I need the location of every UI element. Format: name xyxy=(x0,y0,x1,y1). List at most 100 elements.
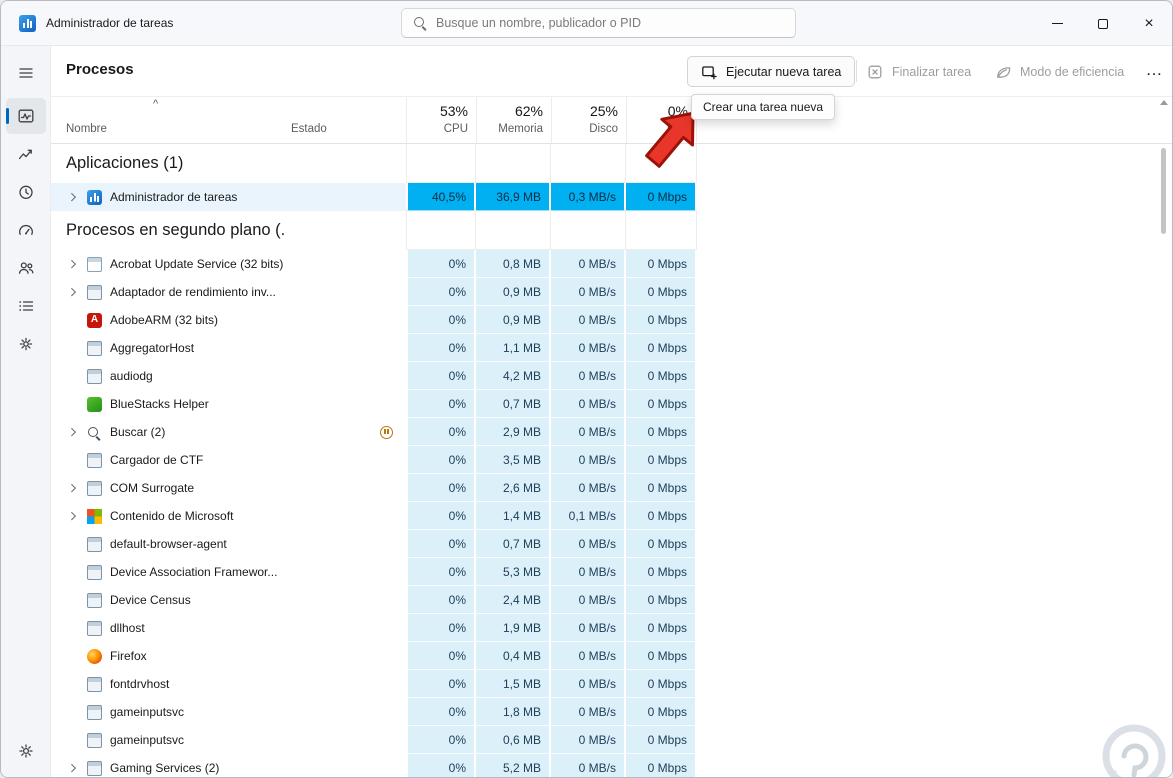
process-row[interactable]: audiodg 0% 4,2 MB 0 MB/s 0 Mbps xyxy=(51,362,1172,390)
memory-cell: 0,8 MB xyxy=(476,250,551,278)
cpu-cell: 0% xyxy=(406,558,476,586)
process-name: Gaming Services (2) xyxy=(110,761,220,775)
cpu-cell: 0% xyxy=(406,306,476,334)
process-row[interactable]: Acrobat Update Service (32 bits) 0% 0,8 MB… xyxy=(51,250,1172,278)
window-icon xyxy=(87,256,102,272)
sidebar-item-processes[interactable] xyxy=(5,98,46,134)
search-icon xyxy=(413,16,427,30)
search-icon xyxy=(87,425,102,440)
cpu-cell: 0% xyxy=(406,334,476,362)
memory-cell: 1,5 MB xyxy=(476,670,551,698)
status-cell xyxy=(286,642,406,670)
status-cell xyxy=(286,306,406,334)
expand-chevron-icon[interactable] xyxy=(67,260,87,268)
column-header-status[interactable]: Estado xyxy=(286,97,406,143)
row-filler xyxy=(697,558,1172,586)
content-area: Procesos Ejecutar nueva tarea Finalizar … xyxy=(51,46,1172,777)
end-task-icon xyxy=(868,65,882,78)
end-task-button[interactable]: Finalizar tarea xyxy=(867,56,971,87)
disk-cell: 0 MB/s xyxy=(551,306,626,334)
process-name: Adaptador de rendimiento inv... xyxy=(110,285,276,299)
disk-cell: 0 MB/s xyxy=(551,278,626,306)
cpu-cell xyxy=(406,144,476,183)
process-row[interactable]: Buscar (2) 0% 2,9 MB 0 MB/s 0 Mbps xyxy=(51,418,1172,446)
process-row[interactable]: Gaming Services (2) 0% 5,2 MB 0 MB/s 0 Mbps xyxy=(51,754,1172,777)
group-row[interactable]: Procesos en segundo plano (... xyxy=(51,211,1172,250)
process-row[interactable]: dllhost 0% 1,9 MB 0 MB/s 0 Mbps xyxy=(51,614,1172,642)
group-row[interactable]: Aplicaciones (1) xyxy=(51,144,1172,183)
status-cell xyxy=(286,726,406,754)
sidebar-item-users[interactable] xyxy=(6,250,46,286)
cpu-cell: 0% xyxy=(406,390,476,418)
expand-chevron-icon[interactable] xyxy=(67,428,87,436)
process-table: Aplicaciones (1) Administrador de tareas 4… xyxy=(51,144,1172,777)
search-input[interactable] xyxy=(436,16,784,30)
process-row[interactable]: default-browser-agent 0% 0,7 MB 0 MB/s 0 Mbp… xyxy=(51,530,1172,558)
run-new-task-button[interactable]: Ejecutar nueva tarea xyxy=(687,56,856,87)
maximize-button[interactable] xyxy=(1080,1,1126,46)
process-row[interactable]: Contenido de Microsoft 0% 1,4 MB 0,1 MB/s 0 … xyxy=(51,502,1172,530)
row-filler xyxy=(697,642,1172,670)
process-row[interactable]: AggregatorHost 0% 1,1 MB 0 MB/s 0 Mbps xyxy=(51,334,1172,362)
sidebar-item-services[interactable] xyxy=(6,326,46,362)
disk-cell: 0,1 MB/s xyxy=(551,502,626,530)
network-cell: 0 Mbps xyxy=(626,502,697,530)
process-name: audiodg xyxy=(110,369,153,383)
efficiency-mode-button[interactable]: Modo de eficiencia xyxy=(995,56,1124,87)
row-filler xyxy=(697,418,1172,446)
cpu-total: 53% xyxy=(439,103,468,119)
close-button[interactable]: × xyxy=(1126,1,1172,46)
process-row[interactable]: AdobeARM (32 bits) 0%0,9 MB0 MB/s0 Mbps xyxy=(51,306,1172,334)
settings-button[interactable] xyxy=(6,733,46,769)
scroll-up-icon[interactable] xyxy=(1160,100,1168,105)
row-filler xyxy=(697,446,1172,474)
scrollbar-thumb[interactable] xyxy=(1161,148,1166,234)
process-row[interactable]: BlueStacks Helper 0% 0,7 MB 0 MB/s 0 Mbps xyxy=(51,390,1172,418)
status-cell xyxy=(286,670,406,698)
sidebar-item-details[interactable] xyxy=(6,288,46,324)
expand-chevron-icon[interactable] xyxy=(67,512,87,520)
network-cell: 0 Mbps xyxy=(626,698,697,726)
network-cell: 0 Mbps xyxy=(626,362,697,390)
network-cell: 0 Mbps xyxy=(626,278,697,306)
sidebar-item-startup-apps[interactable] xyxy=(6,212,46,248)
process-row[interactable]: Adaptador de rendimiento inv... 0% 0,9 MB 0… xyxy=(51,278,1172,306)
status-cell xyxy=(286,390,406,418)
expand-chevron-icon[interactable] xyxy=(67,193,87,201)
process-row[interactable]: Device Census 0% 2,4 MB 0 MB/s 0 Mbps xyxy=(51,586,1172,614)
hamburger-menu-button[interactable] xyxy=(6,55,46,91)
expand-chevron-icon[interactable] xyxy=(67,288,87,296)
column-header-name[interactable]: Nombre xyxy=(51,97,286,143)
table-header: ^ Nombre Estado 53% CPU 62% Memoria 25% … xyxy=(51,96,1172,144)
process-row[interactable]: Firefox 0% 0,4 MB 0 MB/s 0 Mbps xyxy=(51,642,1172,670)
process-row[interactable]: COM Surrogate 0% 2,6 MB 0 MB/s 0 Mbps xyxy=(51,474,1172,502)
process-row[interactable]: Cargador de CTF 0% 3,5 MB 0 MB/s 0 Mbps xyxy=(51,446,1172,474)
column-header-disk[interactable]: 25% Disco xyxy=(551,97,626,143)
expand-chevron-icon[interactable] xyxy=(67,484,87,492)
more-options-button[interactable]: … xyxy=(1137,54,1171,85)
network-cell: 0 Mbps xyxy=(626,670,697,698)
process-row[interactable]: fontdrvhost 0% 1,5 MB 0 MB/s 0 Mbps xyxy=(51,670,1172,698)
ellipsis-icon: … xyxy=(1145,59,1163,79)
scrollbar[interactable] xyxy=(1158,98,1170,775)
sidebar-item-performance[interactable] xyxy=(6,136,46,172)
process-row[interactable]: Administrador de tareas 40,5% 36,9 MB 0,3 M… xyxy=(51,183,1172,211)
name-cell: BlueStacks Helper xyxy=(51,390,286,418)
memory-total: 62% xyxy=(514,103,543,119)
status-cell xyxy=(286,586,406,614)
expand-chevron-icon[interactable] xyxy=(67,764,87,772)
minimize-button[interactable] xyxy=(1034,1,1080,46)
column-header-memory[interactable]: 62% Memoria xyxy=(476,97,551,143)
generic-icon xyxy=(87,536,102,552)
name-cell: Cargador de CTF xyxy=(51,446,286,474)
users-icon xyxy=(18,262,33,274)
sidebar-item-app-history[interactable] xyxy=(6,174,46,210)
cpu-cell: 0% xyxy=(406,418,476,446)
process-row[interactable]: Device Association Framewor... 0% 5,3 MB 0 … xyxy=(51,558,1172,586)
firefox-icon xyxy=(87,648,102,664)
process-row[interactable]: gameinputsvc 0% 0,6 MB 0 MB/s 0 Mbps xyxy=(51,726,1172,754)
disk-cell: 0 MB/s xyxy=(551,754,626,777)
process-row[interactable]: gameinputsvc 0% 1,8 MB 0 MB/s 0 Mbps xyxy=(51,698,1172,726)
memory-cell xyxy=(476,211,551,250)
column-header-cpu[interactable]: 53% CPU xyxy=(406,97,476,143)
